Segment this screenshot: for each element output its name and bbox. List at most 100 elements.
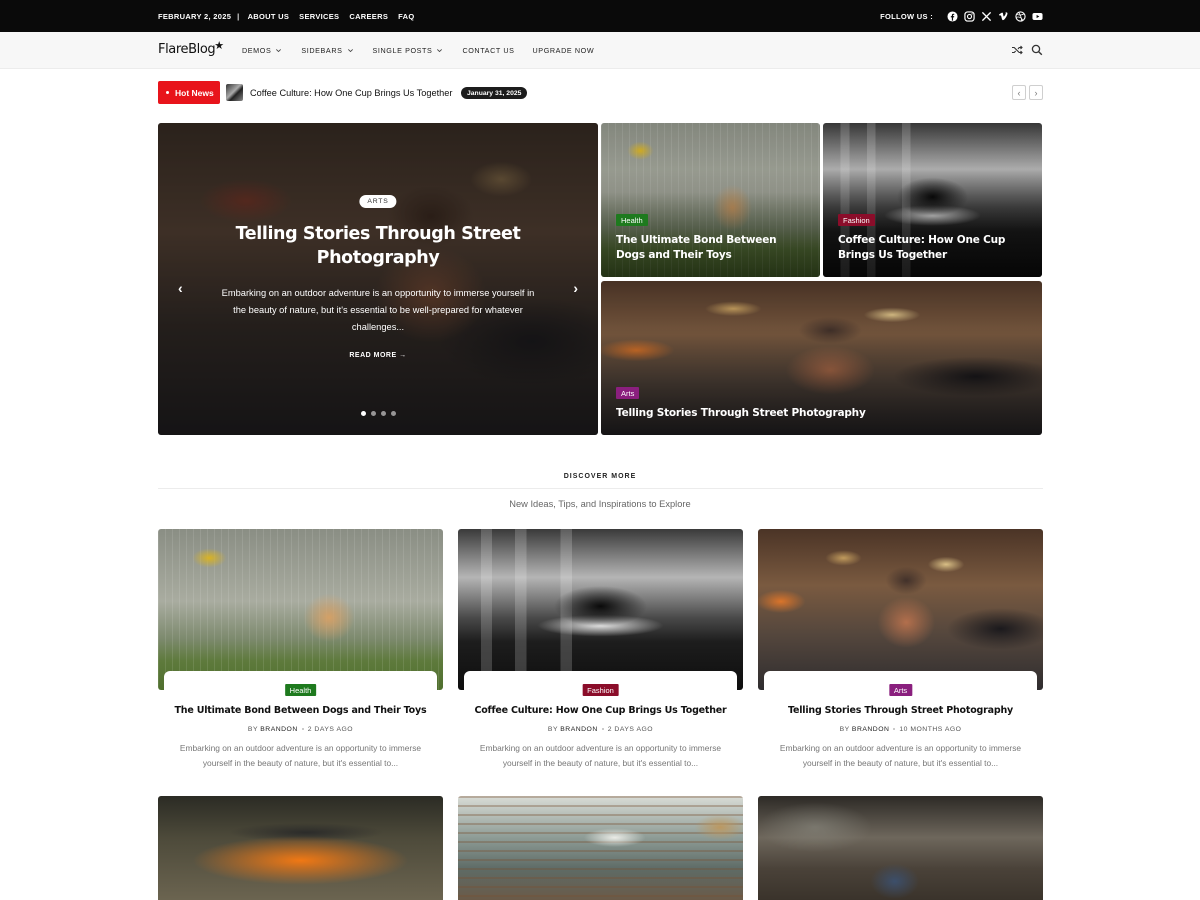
category-badge-arts[interactable]: Arts [888, 684, 913, 696]
top-link-faq[interactable]: FAQ [398, 12, 414, 21]
post-card-meta: BY BRANDON 2 DAYS AGO [464, 726, 737, 733]
category-badge-fashion[interactable]: Fashion [838, 214, 875, 226]
post-card-title[interactable]: Coffee Culture: How One Cup Brings Us To… [464, 705, 737, 716]
slide-title[interactable]: Telling Stories Through Street Photograp… [218, 222, 538, 270]
meta-separator [301, 728, 304, 731]
top-link-about-us[interactable]: ABOUT US [248, 12, 290, 21]
menu-item-contact-us[interactable]: CONTACT US [462, 46, 514, 55]
post-card-excerpt: Embarking on an outdoor adventure is an … [779, 743, 1022, 768]
category-badge-fashion[interactable]: Fashion [582, 684, 619, 696]
menu-item-single-posts[interactable]: SINGLE POSTS [373, 46, 445, 55]
featured-post-dogs[interactable]: Health The Ultimate Bond Between Dogs an… [601, 123, 820, 277]
slide-excerpt: Embarking on an outdoor adventure is an … [221, 288, 535, 332]
by-label: BY [547, 726, 558, 733]
slider-next-arrow[interactable]: › [573, 280, 578, 296]
instagram-icon[interactable] [964, 10, 975, 22]
post-time: 2 DAYS AGO [307, 726, 354, 733]
author-link[interactable]: BRANDON [260, 726, 298, 733]
post-card-excerpt: Embarking on an outdoor adventure is an … [179, 743, 422, 768]
featured-post-title[interactable]: The Ultimate Bond Between Dogs and Their… [616, 233, 805, 263]
x-icon[interactable] [981, 11, 992, 22]
slider-dot[interactable] [370, 411, 376, 416]
search-icon[interactable] [1031, 44, 1043, 56]
facebook-icon[interactable] [947, 10, 958, 22]
dribbble-icon[interactable] [1015, 10, 1026, 22]
slider-dot[interactable] [380, 411, 386, 416]
featured-post-title[interactable]: Coffee Culture: How One Cup Brings Us To… [838, 233, 1027, 263]
ticker-next-button[interactable]: › [1029, 85, 1043, 100]
category-badge-health[interactable]: Health [284, 684, 317, 696]
featured-post-street[interactable]: Arts Telling Stories Through Street Phot… [601, 281, 1042, 435]
post-card-body: Arts Telling Stories Through Street Phot… [764, 671, 1037, 774]
author-link[interactable]: BRANDON [560, 726, 598, 733]
by-label: BY [839, 726, 850, 733]
chevron-down-icon [275, 47, 283, 55]
youtube-icon[interactable] [1032, 11, 1043, 22]
site-logo[interactable]: FlareBlog★ [158, 39, 224, 57]
main-menu: DEMOS SIDEBARS SINGLE POSTS CONTACT US U… [242, 32, 612, 69]
follow-us-label: FOLLOW US : [880, 11, 933, 21]
date-separator: | [237, 11, 240, 21]
ticker-prev-button[interactable]: ‹ [1012, 85, 1026, 100]
post-card-title[interactable]: Telling Stories Through Street Photograp… [764, 705, 1037, 716]
post-card-image[interactable] [458, 796, 743, 900]
menu-item-sidebars[interactable]: SIDEBARS [301, 46, 354, 55]
shuffle-icon[interactable] [1011, 44, 1023, 56]
author-link[interactable]: BRANDON [852, 726, 890, 733]
top-link-services[interactable]: SERVICES [299, 12, 339, 21]
menu-item-label: DEMOS [242, 46, 272, 55]
post-card: Fashion Coffee Culture: How One Cup Brin… [458, 529, 743, 774]
logo-text: FlareBlog [158, 42, 216, 57]
hot-news-badge: Hot News [158, 81, 220, 104]
category-badge-arts[interactable]: Arts [616, 387, 640, 399]
featured-post-title[interactable]: Telling Stories Through Street Photograp… [616, 406, 1027, 421]
post-time: 2 DAYS AGO [607, 726, 654, 733]
category-badge-health[interactable]: Health [616, 214, 648, 226]
post-card-excerpt: Embarking on an outdoor adventure is an … [479, 743, 722, 768]
post-card: Health The Ultimate Bond Between Dogs an… [158, 529, 443, 774]
nav-icons [1003, 44, 1043, 56]
post-card-meta: BY BRANDON 2 DAYS AGO [164, 726, 437, 733]
top-link-careers[interactable]: CAREERS [349, 12, 388, 21]
menu-item-demos[interactable]: DEMOS [242, 46, 283, 55]
menu-item-label: SIDEBARS [301, 46, 343, 55]
section-title: DISCOVER MORE [563, 473, 637, 480]
news-ticker: Hot News Coffee Culture: How One Cup Bri… [158, 81, 1043, 105]
by-label: BY [247, 726, 258, 733]
menu-item-label: UPGRADE NOW [532, 46, 595, 55]
chevron-down-icon [436, 47, 444, 55]
current-date: FEBRUARY 2, 2025 [158, 11, 232, 21]
post-card-image[interactable] [458, 529, 743, 690]
ticker-thumbnail[interactable] [226, 84, 243, 101]
post-card: Arts Telling Stories Through Street Phot… [758, 529, 1043, 774]
menu-item-label: SINGLE POSTS [372, 46, 433, 55]
hero-slider[interactable]: ARTS Telling Stories Through Street Phot… [158, 123, 598, 435]
ticker-headline[interactable]: Coffee Culture: How One Cup Brings Us To… [250, 88, 452, 98]
hero-overlay [158, 123, 598, 435]
post-card-image[interactable] [758, 796, 1043, 900]
post-card-image[interactable] [158, 796, 443, 900]
slide-category-badge[interactable]: ARTS [359, 195, 397, 208]
slider-dot[interactable] [390, 411, 396, 416]
post-card-title[interactable]: The Ultimate Bond Between Dogs and Their… [164, 705, 437, 716]
post-card-image[interactable] [158, 529, 443, 690]
logo-star: ★ [214, 39, 224, 52]
ticker-controls: ‹ › [1009, 85, 1043, 100]
menu-item-upgrade-now[interactable]: UPGRADE NOW [533, 46, 595, 55]
hot-news-label: Hot News [175, 87, 214, 98]
slider-dot[interactable] [360, 411, 366, 416]
vimeo-icon[interactable] [998, 11, 1009, 22]
ticker-date-badge: January 31, 2025 [461, 87, 528, 99]
post-card-meta: BY BRANDON 10 MONTHS AGO [764, 726, 1037, 733]
slider-prev-arrow[interactable]: ‹ [178, 280, 183, 296]
chevron-down-icon [347, 47, 355, 55]
section-divider [158, 488, 1043, 489]
featured-post-coffee[interactable]: Fashion Coffee Culture: How One Cup Brin… [823, 123, 1042, 277]
post-card-image[interactable] [758, 529, 1043, 690]
bullet-icon [166, 91, 169, 94]
section-subtitle: New Ideas, Tips, and Inspirations to Exp… [509, 499, 691, 509]
post-card-body: Fashion Coffee Culture: How One Cup Brin… [464, 671, 737, 774]
post-card-body: Health The Ultimate Bond Between Dogs an… [164, 671, 437, 774]
read-more-link[interactable]: READ MORE → [158, 352, 598, 359]
top-bar: FEBRUARY 2, 2025 | ABOUT US SERVICES CAR… [0, 0, 1200, 32]
